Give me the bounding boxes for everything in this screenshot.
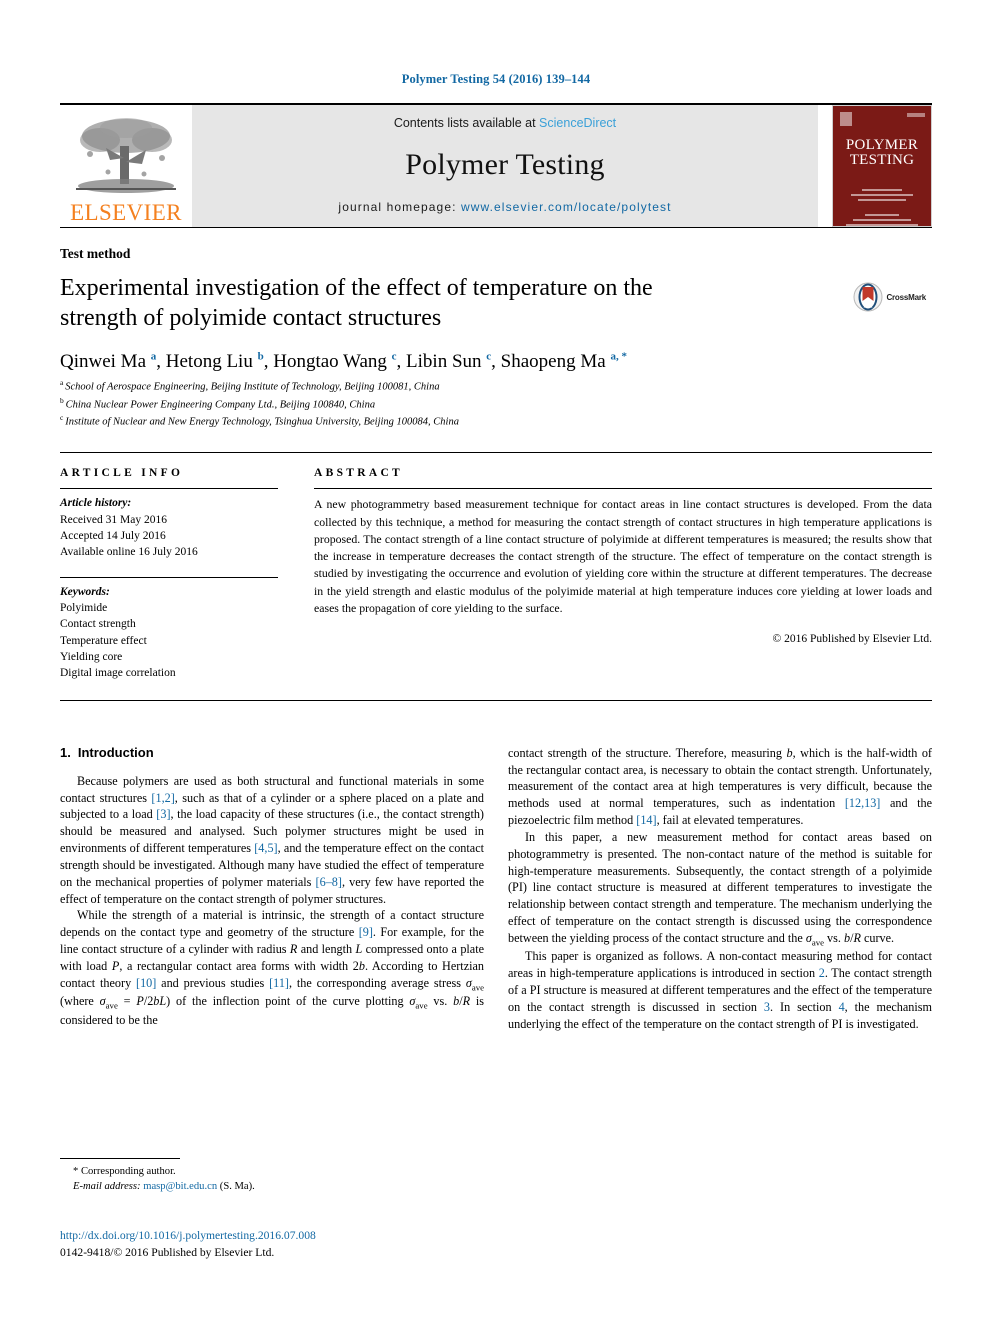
section-title: Introduction: [77, 744, 154, 760]
corresponding-author-footnote: * Corresponding author. E-mail address: …: [60, 1158, 480, 1195]
author-name: Qinwei Ma: [60, 350, 151, 372]
journal-homepage-line: journal homepage: www.elsevier.com/locat…: [338, 200, 671, 214]
journal-homepage-link[interactable]: www.elsevier.com/locate/polytest: [461, 200, 672, 214]
corresponding-author-note: * Corresponding author.: [73, 1166, 176, 1177]
abstract-text: A new photogrammetry based measurement t…: [314, 497, 932, 615]
paragraph: While the strength of a material is intr…: [60, 908, 485, 1027]
footer-doi-block: http://dx.doi.org/10.1016/j.polymertesti…: [60, 1228, 316, 1262]
citation-ref[interactable]: [6–8]: [316, 875, 342, 889]
homepage-prefix: journal homepage:: [338, 200, 461, 214]
body-right-column: contact strength of the structure. There…: [508, 745, 932, 1033]
author-name: Hongtao Wang: [273, 350, 392, 372]
masthead-center: Contents lists available at ScienceDirec…: [192, 105, 818, 227]
citation-ref[interactable]: [12,13]: [845, 796, 881, 810]
sciencedirect-link[interactable]: ScienceDirect: [539, 116, 616, 130]
elsevier-logo: ELSEVIER: [60, 105, 192, 227]
author-name: Shaopeng Ma: [500, 350, 611, 372]
paragraph: In this paper, a new measurement method …: [508, 829, 932, 948]
affiliation-item: a School of Aerospace Engineering, Beiji…: [60, 378, 440, 393]
author-affiliation-mark: c: [391, 350, 397, 363]
article-history-group: Article history: Received 31 May 2016 Ac…: [60, 489, 278, 560]
elsevier-wordmark: ELSEVIER: [70, 200, 182, 225]
keyword-item: Temperature effect: [60, 634, 147, 647]
affiliation-item: c Institute of Nuclear and New Energy Te…: [60, 413, 459, 428]
author-affiliation-mark: a: [150, 350, 157, 363]
running-head: Polymer Testing 54 (2016) 139–144: [401, 72, 591, 86]
paragraph: Because polymers are used as both struct…: [60, 773, 485, 906]
citation-ref[interactable]: [1,2]: [151, 791, 174, 805]
cover-text-block: [843, 189, 921, 226]
cover-title-line1: POLYMER: [845, 137, 919, 153]
author-name: Hetong Liu: [165, 350, 258, 372]
paragraph: contact strength of the structure. There…: [508, 745, 932, 828]
journal-masthead: ELSEVIER Contents lists available at Sci…: [60, 105, 932, 227]
doi-link[interactable]: http://dx.doi.org/10.1016/j.polymertesti…: [60, 1228, 316, 1245]
contents-prefix: Contents lists available at: [393, 116, 540, 130]
paragraph: This paper is organized as follows. A no…: [508, 949, 932, 1031]
citation-ref[interactable]: [9]: [359, 925, 373, 939]
affiliation-item: b China Nuclear Power Engineering Compan…: [60, 395, 376, 411]
author-name: Libin Sun: [406, 350, 487, 372]
email-owner: (S. Ma).: [219, 1181, 255, 1193]
article-type: Test method: [60, 246, 131, 261]
article-history-label: Article history:: [60, 497, 132, 510]
section-ref[interactable]: 2: [819, 966, 825, 980]
keywords-label: Keywords:: [60, 585, 110, 598]
history-item: Received 31 May 2016: [60, 513, 167, 526]
crossmark-icon: [853, 282, 883, 312]
body-columns: 1. Introduction Because polymers are used…: [60, 745, 932, 1033]
citation-ref[interactable]: [14]: [636, 813, 656, 827]
crossmark-label: CrossMark: [886, 292, 926, 302]
elsevier-tree-icon: [76, 118, 176, 193]
citation-ref[interactable]: [10]: [136, 976, 156, 990]
history-item: Available online 16 July 2016: [60, 546, 198, 559]
email-label: E-mail address:: [73, 1181, 141, 1193]
keyword-item: Polyimide: [60, 602, 108, 615]
cover-title-line2: TESTING: [849, 151, 915, 168]
keywords-group: Keywords: Polyimide Contact strength Tem…: [60, 578, 278, 682]
section-ref[interactable]: 4: [839, 1000, 845, 1014]
email-link[interactable]: masp@bit.edu.cn: [143, 1181, 217, 1192]
issn-copyright: 0142-9418/© 2016 Published by Elsevier L…: [60, 1245, 275, 1259]
masthead-bottom-rule: [60, 227, 932, 228]
affiliation-list: a School of Aerospace Engineering, Beiji…: [60, 378, 932, 430]
keyword-item: Yielding core: [60, 651, 123, 664]
section-heading-introduction: 1. Introduction: [60, 745, 484, 760]
author-affiliation-mark: b: [257, 350, 264, 363]
info-abstract-bottom-rule: [60, 699, 932, 701]
abstract-copyright: © 2016 Published by Elsevier Ltd.: [772, 633, 932, 645]
abstract-column: ABSTRACT A new photogrammetry based meas…: [314, 467, 932, 681]
article-info-heading: ARTICLE INFO: [60, 467, 184, 480]
author-list: Qinwei Ma a, Hetong Liu b, Hongtao Wang …: [60, 350, 627, 372]
contents-list-line: Contents lists available at ScienceDirec…: [394, 116, 616, 130]
footnote-rule: [60, 1158, 180, 1159]
article-page: Polymer Testing 54 (2016) 139–144 ELSEVI…: [0, 0, 992, 1323]
journal-title: Polymer Testing: [405, 148, 605, 181]
citation-ref[interactable]: [4,5]: [254, 841, 277, 855]
article-info-column: ARTICLE INFO Article history: Received 3…: [60, 467, 278, 681]
journal-cover-thumbnail[interactable]: POLYMER TESTING: [832, 105, 932, 227]
email-line: E-mail address: masp@bit.edu.cn (S. Ma).: [60, 1179, 480, 1194]
crossmark-badge[interactable]: CrossMark: [853, 282, 926, 312]
keyword-item: Contact strength: [60, 618, 136, 631]
body-left-column: 1. Introduction Because polymers are used…: [60, 745, 484, 1033]
keyword-item: Digital image correlation: [60, 667, 176, 680]
author-affiliation-mark: a, *: [610, 350, 627, 363]
citation-ref[interactable]: [3]: [156, 807, 170, 821]
abstract-heading: ABSTRACT: [314, 467, 404, 480]
citation-ref[interactable]: [11]: [269, 976, 289, 990]
history-item: Accepted 14 July 2016: [60, 530, 166, 543]
section-ref[interactable]: 3: [764, 1000, 770, 1014]
page-title: Experimental investigation of the effect…: [60, 275, 653, 331]
author-affiliation-mark: c: [486, 350, 492, 363]
section-number: 1.: [60, 744, 71, 760]
